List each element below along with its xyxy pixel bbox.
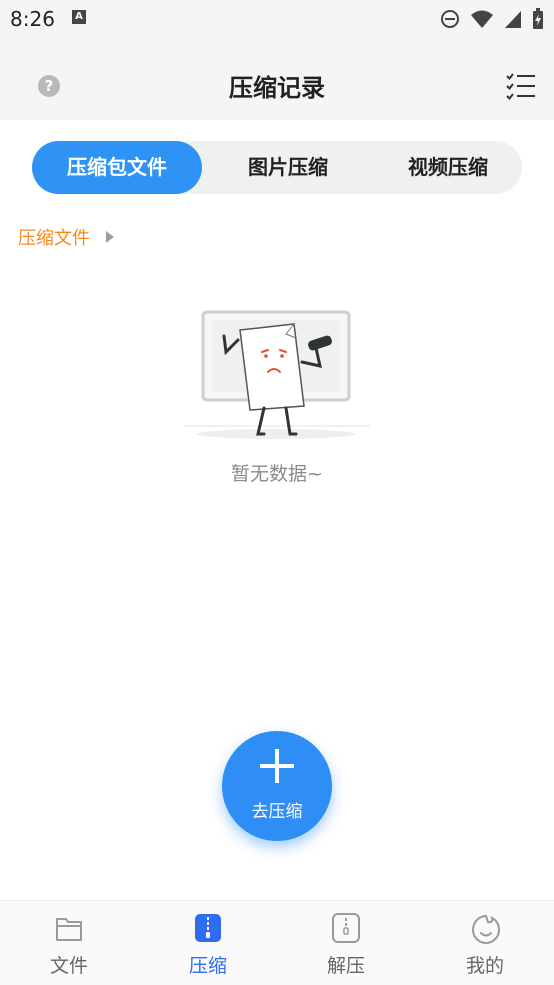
- nav-label-compress: 压缩: [188, 955, 227, 977]
- caret-right-icon: [106, 231, 114, 243]
- app-bar: ? 压缩记录: [0, 38, 554, 120]
- go-compress-label: 去压缩: [251, 802, 303, 822]
- do-not-disturb-icon: [441, 10, 459, 28]
- status-bar: 8:26 A: [0, 0, 554, 38]
- nav-item-files[interactable]: 文件: [0, 901, 138, 985]
- page-title: 压缩记录: [229, 74, 325, 102]
- tab-video-compress[interactable]: 视频压缩: [368, 141, 528, 194]
- folder-icon: [56, 918, 82, 941]
- unzip-icon: [332, 913, 360, 943]
- bottom-nav: 文件 压缩 解压 我的: [0, 900, 554, 985]
- checklist-icon[interactable]: [506, 72, 536, 100]
- go-compress-button[interactable]: 去压缩: [222, 731, 332, 841]
- status-time: 8:26: [10, 7, 55, 31]
- a-letter-icon: A: [72, 10, 86, 24]
- zip-icon: [195, 914, 221, 942]
- empty-state-text: 暂无数据~: [231, 463, 323, 485]
- tab-image-compress[interactable]: 图片压缩: [208, 141, 368, 194]
- profile-face-icon: [471, 914, 501, 945]
- status-icons: [440, 8, 544, 30]
- compress-type-tabs: 压缩包文件 图片压缩 视频压缩: [32, 141, 522, 194]
- sad-document-illustration: [184, 310, 370, 439]
- plus-icon: [260, 749, 294, 783]
- battery-charging-icon: [533, 8, 543, 29]
- nav-item-compress[interactable]: 压缩: [139, 901, 277, 985]
- nav-label-mine: 我的: [465, 955, 504, 977]
- breadcrumb-label[interactable]: 压缩文件: [18, 224, 90, 250]
- wifi-icon: [471, 10, 493, 28]
- tab-archive-files[interactable]: 压缩包文件: [32, 141, 202, 194]
- nav-label-files: 文件: [49, 955, 88, 977]
- nav-item-mine[interactable]: 我的: [416, 901, 554, 985]
- signal-icon: [505, 11, 521, 28]
- nav-item-unzip[interactable]: 解压: [277, 901, 415, 985]
- nav-label-unzip: 解压: [326, 955, 365, 977]
- breadcrumb[interactable]: 压缩文件: [18, 224, 114, 250]
